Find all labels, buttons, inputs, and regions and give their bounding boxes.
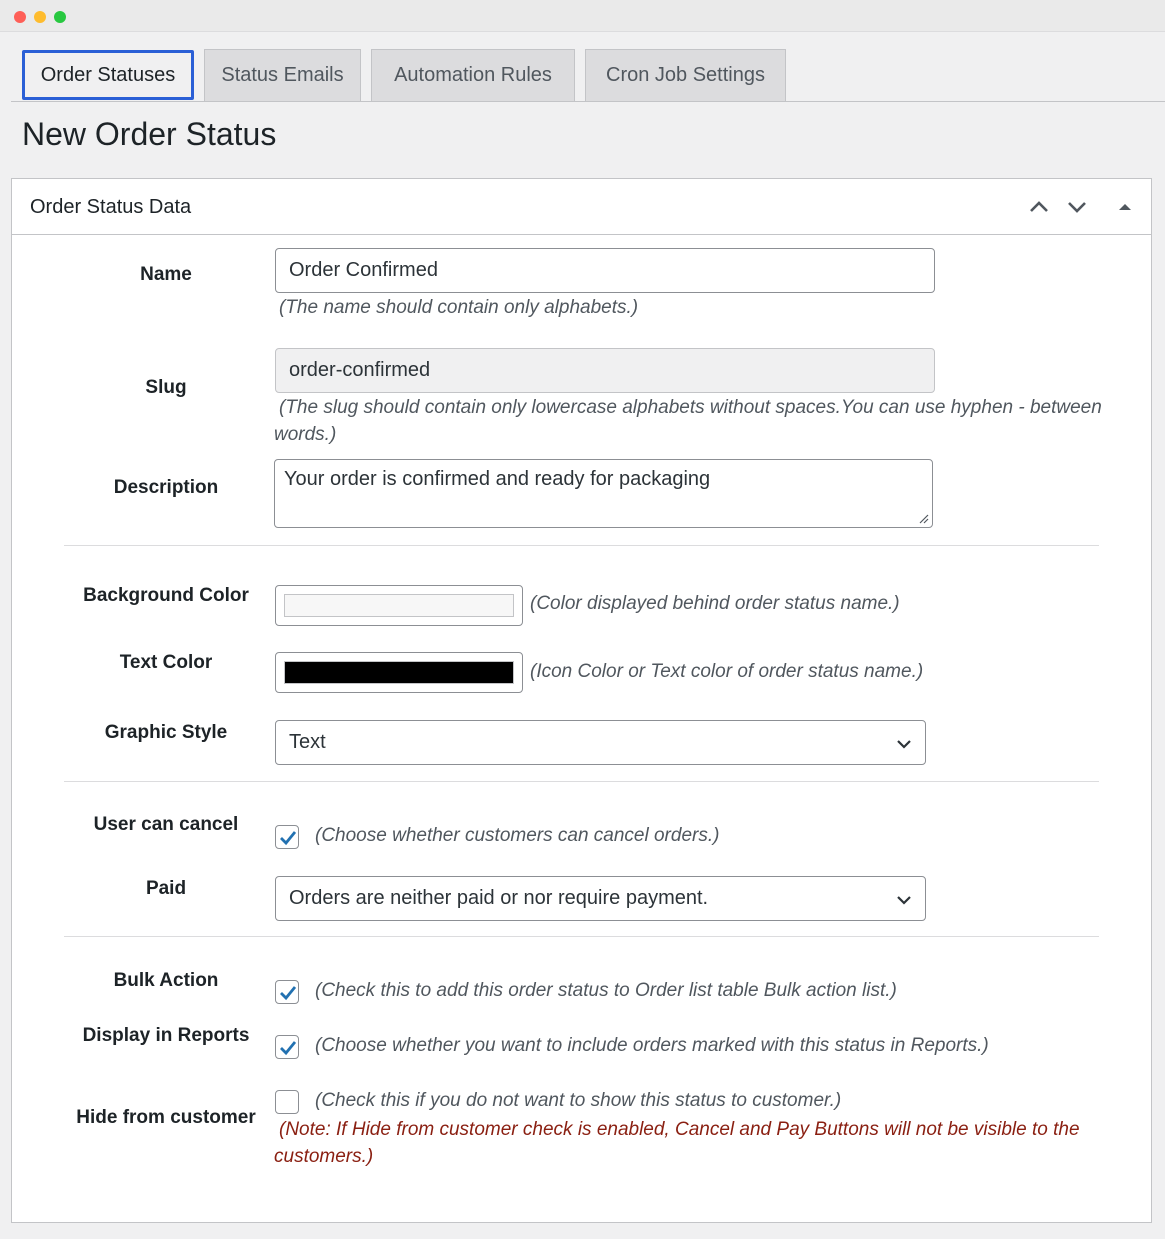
display-in-reports-label: Display in Reports bbox=[82, 1025, 250, 1046]
order-status-data-panel: Order Status Data bbox=[11, 178, 1152, 1223]
tab-status-emails[interactable]: Status Emails bbox=[204, 49, 361, 101]
tab-cron-job-settings[interactable]: Cron Job Settings bbox=[585, 49, 786, 101]
section-divider bbox=[64, 545, 1099, 546]
description-value: Your order is confirmed and ready for pa… bbox=[284, 468, 711, 490]
hide-from-customer-note: (Note: If Hide from customer check is en… bbox=[279, 1119, 1080, 1140]
window-titlebar bbox=[0, 0, 1165, 32]
bulk-action-label: Bulk Action bbox=[113, 970, 219, 991]
user-can-cancel-checkbox[interactable] bbox=[275, 825, 299, 849]
hide-from-customer-label: Hide from customer bbox=[76, 1107, 256, 1128]
close-window-button[interactable] bbox=[14, 11, 26, 23]
checkmark-icon bbox=[280, 831, 297, 846]
chevron-down-icon bbox=[897, 896, 911, 905]
triangle-up-icon[interactable] bbox=[1111, 193, 1139, 221]
section-divider bbox=[64, 781, 1099, 782]
slug-help-text: (The slug should contain only lowercase … bbox=[279, 397, 1102, 418]
maximize-window-button[interactable] bbox=[54, 11, 66, 23]
name-help-text: (The name should contain only alphabets.… bbox=[279, 297, 639, 318]
description-label: Description bbox=[113, 477, 219, 498]
tab-order-statuses[interactable]: Order Statuses bbox=[22, 50, 194, 100]
page-title: New Order Status bbox=[22, 116, 277, 152]
chevron-down-icon[interactable] bbox=[1063, 193, 1091, 221]
user-can-cancel-help-text: (Choose whether customers can cancel ord… bbox=[315, 825, 720, 846]
background-color-picker[interactable] bbox=[275, 585, 523, 626]
user-can-cancel-label: User can cancel bbox=[93, 814, 239, 835]
background-color-swatch bbox=[284, 594, 514, 617]
graphic-style-label: Graphic Style bbox=[104, 722, 228, 743]
hide-from-customer-help-text: (Check this if you do not want to show t… bbox=[315, 1090, 842, 1111]
minimize-window-button[interactable] bbox=[34, 11, 46, 23]
name-label: Name bbox=[140, 264, 192, 285]
chevron-up-icon[interactable] bbox=[1025, 193, 1053, 221]
background-color-help-text: (Color displayed behind order status nam… bbox=[530, 593, 900, 614]
paid-select[interactable]: Orders are neither paid or nor require p… bbox=[275, 876, 926, 921]
hide-from-customer-checkbox[interactable] bbox=[275, 1090, 299, 1114]
resize-handle-icon[interactable] bbox=[917, 512, 929, 524]
panel-title: Order Status Data bbox=[30, 196, 192, 218]
text-color-help-text: (Icon Color or Text color of order statu… bbox=[530, 661, 924, 682]
tabs-divider bbox=[11, 101, 1165, 102]
graphic-style-select[interactable]: Text bbox=[275, 720, 926, 765]
graphic-style-value: Text bbox=[289, 731, 326, 753]
paid-label: Paid bbox=[145, 878, 187, 899]
slug-help-text-continued: words.) bbox=[274, 424, 337, 445]
name-input[interactable]: Order Confirmed bbox=[275, 248, 935, 293]
checkmark-icon bbox=[280, 1041, 297, 1056]
bulk-action-checkbox[interactable] bbox=[275, 980, 299, 1004]
slug-input[interactable]: order-confirmed bbox=[275, 348, 935, 393]
display-in-reports-help-text: (Choose whether you want to include orde… bbox=[315, 1035, 989, 1056]
chevron-down-icon bbox=[897, 740, 911, 749]
background-color-label: Background Color bbox=[83, 585, 249, 606]
slug-label: Slug bbox=[145, 377, 187, 398]
hide-from-customer-note-continued: customers.) bbox=[274, 1146, 374, 1167]
text-color-picker[interactable] bbox=[275, 652, 523, 693]
bulk-action-help-text: (Check this to add this order status to … bbox=[315, 980, 897, 1001]
text-color-label: Text Color bbox=[119, 652, 213, 673]
paid-value: Orders are neither paid or nor require p… bbox=[289, 887, 709, 909]
display-in-reports-checkbox[interactable] bbox=[275, 1035, 299, 1059]
tab-automation-rules[interactable]: Automation Rules bbox=[371, 49, 575, 101]
checkmark-icon bbox=[280, 986, 297, 1001]
panel-header: Order Status Data bbox=[12, 179, 1151, 235]
text-color-swatch bbox=[284, 661, 514, 684]
description-textarea[interactable]: Your order is confirmed and ready for pa… bbox=[274, 459, 933, 528]
section-divider bbox=[64, 936, 1099, 937]
